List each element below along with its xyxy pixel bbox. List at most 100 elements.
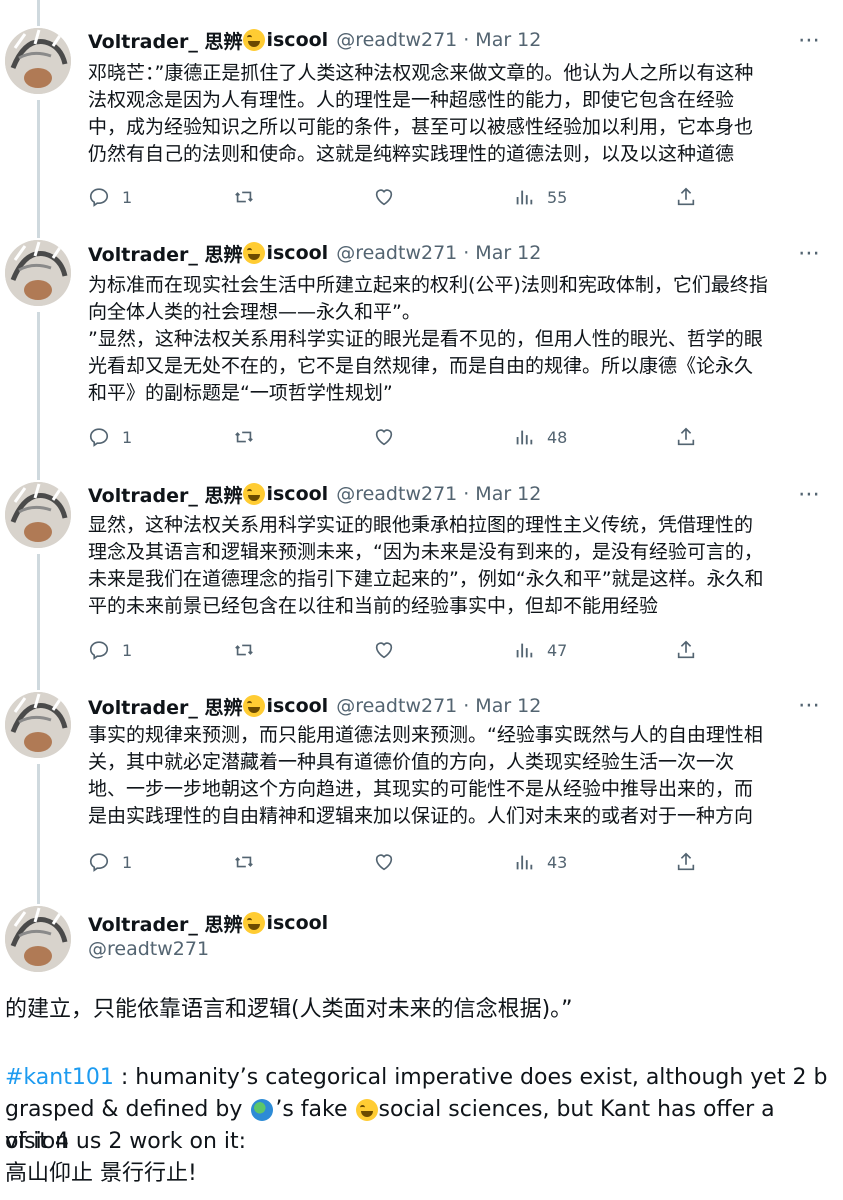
author-handle[interactable]: @readtw271 — [336, 695, 457, 717]
thread-line — [37, 0, 40, 26]
more-icon[interactable]: ⋯ — [798, 482, 821, 507]
avatar[interactable] — [5, 906, 71, 972]
tweet-header: Voltrader_ 思辨 iscool @readtw271 · Mar 12 — [88, 27, 541, 53]
thread-line — [37, 554, 40, 690]
tweet-text-line: #kant101 : humanity’s categorical impera… — [5, 1065, 828, 1090]
thread-line — [37, 100, 40, 238]
author-handle[interactable]: @readtw271 — [88, 938, 209, 960]
author-name[interactable]: Voltrader_ 思辨 iscool — [88, 910, 328, 937]
tweet-header: Voltrader_ 思辨 iscool @readtw271 · Mar 12 — [88, 481, 541, 507]
tweet-text-line: 高山仰止 景行行止! — [5, 1161, 197, 1186]
avatar[interactable] — [5, 692, 71, 758]
views-count: 55 — [547, 187, 568, 207]
retweet-icon — [235, 644, 253, 656]
separator: · — [463, 695, 470, 717]
more-icon[interactable]: ⋯ — [798, 28, 821, 53]
tweet-date[interactable]: Mar 12 — [475, 695, 541, 717]
tweet-text: 为标准而在现实社会生活中所建立起来的权利(公平)法则和宪政体制，它们最终指 向全… — [88, 274, 768, 404]
views-button[interactable]: 55 — [513, 184, 567, 210]
share-icon — [677, 640, 695, 659]
views-icon — [516, 643, 533, 658]
avatar[interactable] — [5, 482, 71, 548]
reply-icon — [89, 428, 109, 447]
author-name[interactable]: Voltrader_ 思辨 iscool — [88, 240, 328, 267]
separator: · — [463, 29, 470, 51]
share-icon — [677, 852, 695, 871]
share-icon — [677, 187, 695, 206]
views-button[interactable]: 48 — [513, 424, 567, 450]
tweet-actions: 1 47 — [88, 637, 708, 663]
tweet-actions: 1 43 — [88, 849, 708, 875]
tweet-text: 事实的规律来预测，而只能用道德法则来预测。“经验事实既然与人的自由理性相 关，其… — [88, 724, 763, 827]
reply-button[interactable]: 1 — [88, 849, 132, 875]
tweet-header: Voltrader_ 思辨 iscool @readtw271 · Mar 12 — [88, 240, 541, 266]
retweet-icon — [235, 431, 253, 443]
laughing-crying-emoji-icon — [355, 1099, 378, 1121]
reply-button[interactable]: 1 — [88, 424, 132, 450]
reply-button[interactable]: 1 — [88, 184, 132, 210]
hashtag-link[interactable]: #kant101 — [5, 1065, 114, 1090]
share-button[interactable] — [675, 849, 697, 875]
views-icon — [516, 190, 533, 205]
tweet-actions: 1 55 — [88, 184, 708, 210]
author-handle[interactable]: @readtw271 — [336, 29, 457, 51]
retweet-button[interactable] — [233, 849, 255, 875]
views-button[interactable]: 43 — [513, 849, 567, 875]
more-icon[interactable]: ⋯ — [798, 241, 821, 266]
like-button[interactable] — [373, 424, 395, 450]
retweet-button[interactable] — [233, 184, 255, 210]
tweet-header: Voltrader_ 思辨 iscool @readtw271 · Mar 12 — [88, 693, 541, 719]
laughing-crying-emoji-icon — [243, 29, 266, 51]
author-name[interactable]: Voltrader_ 思辨 iscool — [88, 693, 328, 720]
retweet-button[interactable] — [233, 424, 255, 450]
reply-icon — [89, 188, 109, 207]
heart-icon — [375, 429, 393, 446]
laughing-crying-emoji-icon — [243, 242, 266, 264]
like-button[interactable] — [373, 849, 395, 875]
thread-line — [37, 312, 40, 480]
author-handle[interactable]: @readtw271 — [336, 242, 457, 264]
reply-icon — [89, 641, 109, 660]
retweet-icon — [235, 856, 253, 868]
share-button[interactable] — [675, 424, 697, 450]
views-count: 47 — [547, 640, 568, 660]
like-button[interactable] — [373, 184, 395, 210]
heart-icon — [375, 189, 393, 206]
tweet-text: 邓晓芒：”康德正是抓住了人类这种法权观念来做文章的。他认为人之所以有这种 法权观… — [88, 62, 754, 165]
views-icon — [516, 430, 533, 445]
author-handle[interactable]: @readtw271 — [336, 483, 457, 505]
reply-count: 1 — [122, 852, 133, 872]
globe-emoji-icon — [251, 1099, 274, 1121]
retweet-button[interactable] — [233, 637, 255, 663]
author-name[interactable]: Voltrader_ 思辨 iscool — [88, 481, 328, 508]
avatar[interactable] — [5, 28, 71, 94]
share-button[interactable] — [675, 184, 697, 210]
heart-icon — [375, 854, 393, 871]
reply-icon — [89, 853, 109, 872]
heart-icon — [375, 642, 393, 659]
separator: · — [463, 242, 470, 264]
like-button[interactable] — [373, 637, 395, 663]
tweet-text: 显然，这种法权关系用科学实证的眼他秉承柏拉图的理性主义传统，凭借理性的 理念及其… — [88, 514, 764, 617]
more-icon[interactable]: ⋯ — [798, 693, 821, 718]
tweet-date[interactable]: Mar 12 — [475, 242, 541, 264]
tweet-date[interactable]: Mar 12 — [475, 483, 541, 505]
views-count: 48 — [547, 427, 568, 447]
author-name[interactable]: Voltrader_ 思辨 iscool — [88, 27, 328, 54]
laughing-crying-emoji-icon — [243, 695, 266, 717]
separator: · — [463, 483, 470, 505]
reply-count: 1 — [122, 187, 133, 207]
reply-button[interactable]: 1 — [88, 637, 132, 663]
thread-line — [37, 764, 40, 904]
retweet-icon — [235, 191, 253, 203]
views-button[interactable]: 47 — [513, 637, 567, 663]
tweet-text-line: 的建立，只能依靠语言和逻辑(人类面对未来的信念根据)。” — [5, 997, 573, 1022]
views-icon — [516, 855, 533, 870]
share-icon — [677, 427, 695, 446]
share-button[interactable] — [675, 637, 697, 663]
avatar[interactable] — [5, 240, 71, 306]
tweet-date[interactable]: Mar 12 — [475, 29, 541, 51]
tweet-actions: 1 48 — [88, 424, 708, 450]
tweet-text-line: of it 4 us 2 work on it: — [5, 1129, 247, 1154]
views-count: 43 — [547, 852, 568, 872]
